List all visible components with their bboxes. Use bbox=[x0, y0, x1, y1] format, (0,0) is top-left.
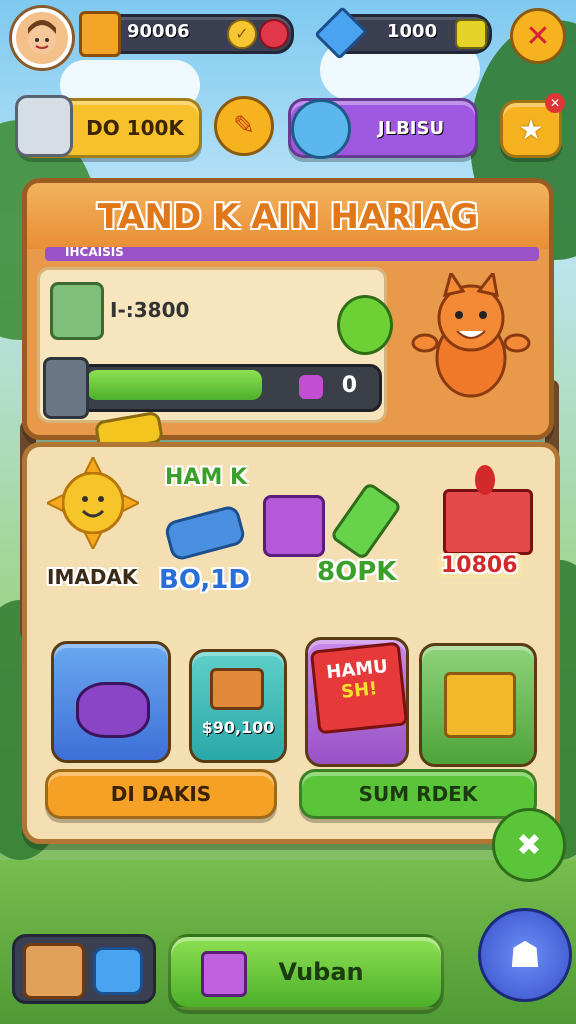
event-inner: I-:3800 0 bbox=[37, 267, 387, 423]
ghost-button[interactable]: ☗ bbox=[478, 908, 572, 1002]
pencil-icon: ✎ bbox=[233, 111, 255, 141]
friend-button-label: JLBISU bbox=[377, 117, 445, 139]
ghost-icon: ☗ bbox=[508, 934, 542, 976]
event-progress-value: 0 bbox=[341, 373, 357, 398]
crate-slot-icon bbox=[23, 943, 85, 999]
shop-left-button-label: DI DAKIS bbox=[110, 782, 212, 806]
main-action-label: Vuban bbox=[278, 958, 364, 986]
shop-card-sale[interactable]: HAMU SH! bbox=[305, 637, 409, 767]
event-progress-bar: 0 bbox=[43, 357, 382, 419]
blue-item-icon bbox=[93, 947, 143, 995]
purple-gift-icon[interactable] bbox=[263, 495, 325, 557]
player-avatar[interactable] bbox=[12, 8, 72, 68]
ruby-icon[interactable] bbox=[259, 19, 289, 49]
potion-pot-icon bbox=[76, 682, 150, 738]
coin-stack-icon bbox=[79, 11, 121, 57]
player-face-icon bbox=[28, 20, 56, 54]
check-coin-icon[interactable]: ✓ bbox=[227, 19, 257, 49]
sun-mascot bbox=[44, 454, 142, 552]
crate-icon bbox=[210, 668, 264, 710]
red-gift-box[interactable]: 10806 bbox=[437, 465, 533, 595]
sale-sign: HAMU SH! bbox=[309, 641, 409, 735]
offer-button[interactable]: DO 100K bbox=[15, 95, 202, 158]
main-action-button[interactable]: Vuban bbox=[168, 934, 444, 1010]
offer-button-label: DO 100K bbox=[86, 116, 184, 140]
event-title: TAND K AIN HARIAG bbox=[97, 197, 479, 237]
blue-pet-icon bbox=[291, 99, 351, 159]
rewards-center-label: BO,1D bbox=[159, 565, 250, 595]
fox-mascot-icon bbox=[411, 269, 531, 398]
crate-price: $90,100 bbox=[201, 718, 275, 737]
shop-card-potion[interactable] bbox=[51, 641, 171, 763]
cube-icon bbox=[201, 951, 247, 997]
rewards-right-label: 8OPK bbox=[317, 557, 397, 587]
green-crystal-icon[interactable] bbox=[329, 481, 403, 561]
close-icon: ✕ bbox=[525, 18, 551, 54]
star-icon: ★ bbox=[518, 112, 544, 146]
shop-right-button[interactable]: SUM RDEK bbox=[299, 769, 537, 819]
progress-icon bbox=[299, 375, 323, 399]
sun-icon bbox=[44, 454, 142, 552]
puzzle-icon: ✖ bbox=[516, 827, 542, 863]
blue-key-icon[interactable] bbox=[163, 503, 247, 563]
coin-counter: 90006 ✓ bbox=[79, 11, 294, 57]
gem-counter: 1000 bbox=[314, 6, 492, 60]
green-coin-icon[interactable] bbox=[337, 295, 393, 355]
tool-button[interactable]: ✎ bbox=[214, 96, 274, 156]
gift-ribbon-icon bbox=[475, 465, 495, 495]
shop-left-button[interactable]: DI DAKIS bbox=[45, 769, 277, 819]
rewards-top-label: HAM K bbox=[165, 465, 248, 490]
event-reward-text: I-:3800 bbox=[110, 298, 190, 322]
event-subtitle-bar: IHCAISIS bbox=[45, 245, 539, 261]
inventory-slot[interactable] bbox=[12, 934, 156, 1004]
close-button[interactable]: ✕ bbox=[510, 8, 566, 64]
shop-right-button-label: SUM RDEK bbox=[358, 782, 478, 806]
side-action-button[interactable]: ✖ bbox=[492, 808, 566, 882]
rewards-panel: HAM K IMADAK BO,1D 8OPK 10806 $90,100 HA… bbox=[22, 442, 560, 844]
event-subtitle: IHCAISIS bbox=[65, 245, 124, 259]
bag-icon bbox=[15, 95, 73, 157]
sun-label: IMADAK bbox=[47, 565, 138, 589]
event-panel: TAND K AIN HARIAG IHCAISIS I-:3800 0 bbox=[22, 178, 554, 440]
gem-count: 1000 bbox=[387, 21, 438, 42]
hero-portrait-icon bbox=[50, 282, 104, 340]
friend-button[interactable]: JLBISU bbox=[288, 98, 478, 159]
event-progress-fill bbox=[87, 370, 262, 400]
favorites-button[interactable]: ★ ✕ bbox=[500, 93, 565, 158]
fox-mascot bbox=[411, 269, 531, 403]
coin-count: 90006 bbox=[127, 21, 190, 42]
red-gift-icon bbox=[443, 489, 533, 555]
chest-icon bbox=[43, 357, 89, 419]
add-gems-button[interactable] bbox=[455, 19, 487, 49]
shop-card-gold-box[interactable] bbox=[419, 643, 537, 767]
gift-label: 10806 bbox=[437, 553, 522, 578]
shop-card-crate[interactable]: $90,100 bbox=[189, 649, 287, 763]
gold-box-icon bbox=[444, 672, 516, 738]
notification-badge: ✕ bbox=[545, 93, 565, 113]
